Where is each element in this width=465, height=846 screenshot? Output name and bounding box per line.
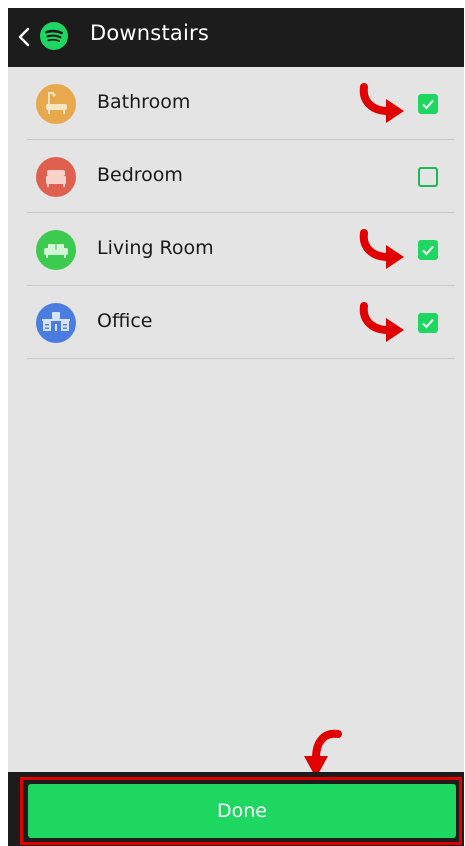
room-checkbox-bathroom[interactable]: [418, 94, 438, 114]
annotation-arrow-icon: [359, 302, 404, 342]
room-label: Bathroom: [97, 91, 191, 113]
room-checkbox-living-room[interactable]: [418, 240, 438, 260]
room-checkbox-bedroom[interactable]: [418, 167, 438, 187]
annotation-arrow-icon: [359, 229, 404, 269]
bed-icon: [36, 157, 76, 197]
done-button[interactable]: Done: [28, 784, 456, 838]
room-row-bedroom[interactable]: Bedroom: [27, 140, 455, 213]
page-title: Downstairs: [90, 21, 209, 45]
bottom-bar: Done: [8, 772, 464, 846]
spotify-logo-icon: [40, 22, 68, 50]
top-bar: Downstairs: [8, 8, 464, 67]
sofa-icon: [36, 230, 76, 270]
room-label: Living Room: [97, 237, 214, 259]
chevron-left-icon[interactable]: [16, 25, 32, 49]
app-screen: Downstairs Bathroom Bedroom Living Room …: [8, 8, 464, 846]
annotation-arrow-icon: [359, 83, 404, 123]
room-label: Bedroom: [97, 164, 183, 186]
room-checkbox-office[interactable]: [418, 313, 438, 333]
desk-icon: [36, 303, 76, 343]
bathtub-icon: [36, 84, 76, 124]
room-label: Office: [97, 310, 153, 332]
